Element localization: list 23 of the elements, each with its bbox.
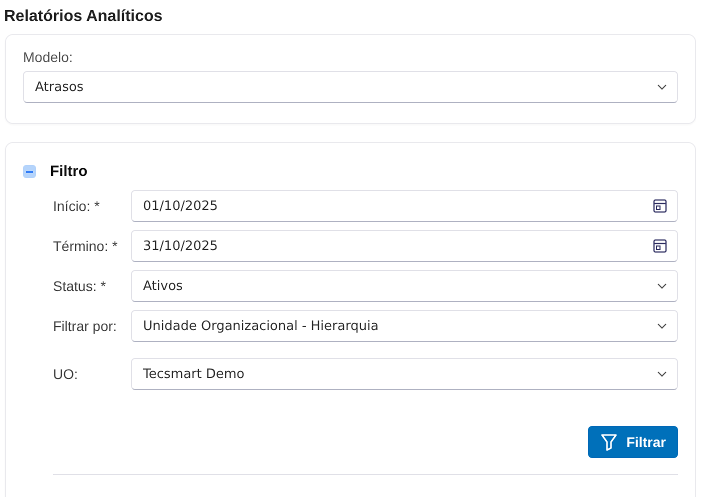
page-title: Relatórios Analíticos xyxy=(4,7,164,27)
chevron-down-icon xyxy=(657,283,667,289)
filter-button[interactable]: Filtrar xyxy=(588,426,678,458)
filter-icon xyxy=(600,433,618,451)
calendar-icon xyxy=(653,239,667,253)
field-label: UO: xyxy=(53,366,79,382)
collapse-icon[interactable] xyxy=(23,165,36,178)
field-label: Filtrar por: xyxy=(53,318,118,334)
calendar-icon xyxy=(653,199,667,213)
field-label: Status: * xyxy=(53,278,107,294)
chevron-down-icon xyxy=(657,323,667,329)
chevron-down-icon xyxy=(657,371,667,377)
field-label: Início: * xyxy=(53,198,101,214)
model-select[interactable]: Atrasos xyxy=(23,71,678,103)
select-field[interactable]: Tecsmart Demo xyxy=(131,358,678,390)
field-label: Modelo: xyxy=(23,49,74,65)
field-label: Término: * xyxy=(53,238,119,254)
select-field[interactable]: Unidade Organizacional - Hierarquia xyxy=(131,310,678,342)
filter-title: Filtro xyxy=(50,163,88,180)
date-field[interactable]: 01/10/2025 xyxy=(131,190,678,222)
select-field[interactable]: Ativos xyxy=(131,270,678,302)
date-field[interactable]: 31/10/2025 xyxy=(131,230,678,262)
chevron-down-icon xyxy=(657,84,667,90)
